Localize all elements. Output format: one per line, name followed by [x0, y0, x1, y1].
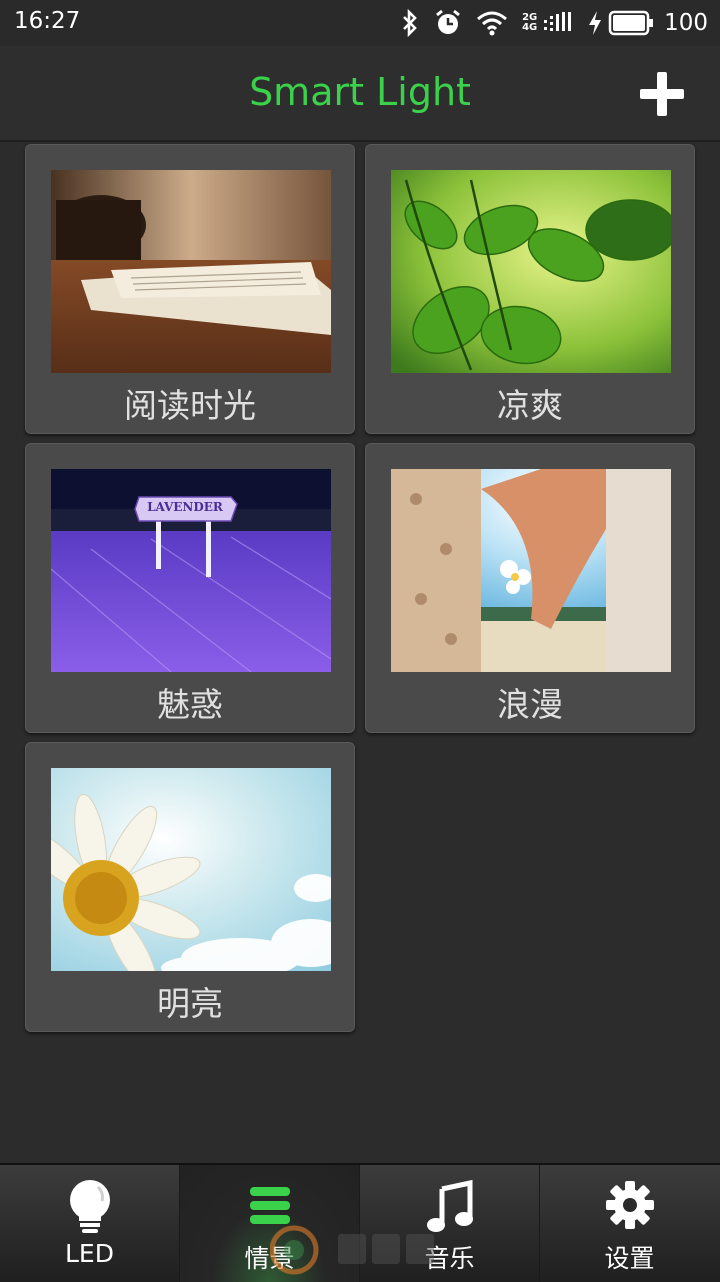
bottom-nav: LED 情景 音乐 设置	[0, 1163, 720, 1282]
scene-label: 阅读时光	[124, 386, 256, 425]
scene-label: 魅惑	[157, 685, 223, 724]
scene-card-bright[interactable]: 明亮	[25, 742, 355, 1032]
charging-icon	[588, 11, 602, 35]
app-header: Smart Light	[0, 46, 720, 142]
nav-music[interactable]: 音乐	[360, 1165, 540, 1282]
scene-label: 明亮	[157, 984, 223, 1023]
add-scene-button[interactable]	[640, 72, 684, 116]
nav-led[interactable]: LED	[0, 1165, 180, 1282]
scene-card-reading[interactable]: 阅读时光	[25, 144, 355, 434]
nav-scenes[interactable]: 情景	[180, 1165, 360, 1282]
green-leaves-image	[391, 170, 671, 373]
scene-card-cool[interactable]: 凉爽	[365, 144, 695, 434]
alarm-icon	[434, 9, 462, 37]
nav-label: LED	[65, 1239, 114, 1268]
signal-icon	[544, 12, 574, 34]
nav-label: 音乐	[424, 1244, 475, 1273]
battery-percentage: 100	[664, 10, 708, 36]
gear-icon	[540, 1179, 719, 1235]
nav-label: 设置	[604, 1244, 655, 1273]
holding-hands-image	[391, 469, 671, 672]
nav-label: 情景	[244, 1244, 295, 1273]
status-time: 16:27	[14, 8, 81, 34]
music-note-icon	[360, 1179, 539, 1235]
battery-icon	[608, 10, 654, 36]
scene-label: 浪漫	[497, 685, 563, 724]
wifi-icon	[476, 10, 508, 36]
app-title: Smart Light	[249, 70, 471, 114]
status-bar: 16:27 2G 4G 100	[0, 0, 720, 46]
scene-card-romantic[interactable]: 浪漫	[365, 443, 695, 733]
scene-card-charm[interactable]: LAVENDER 魅惑	[25, 443, 355, 733]
reading-newspaper-image	[51, 170, 331, 373]
lavender-sign-text: LAVENDER	[147, 500, 224, 514]
daisy-sky-image	[51, 768, 331, 971]
scene-label: 凉爽	[497, 386, 563, 425]
status-icons: 2G 4G 100	[400, 6, 708, 40]
menu-icon	[180, 1179, 359, 1235]
nav-settings[interactable]: 设置	[540, 1165, 719, 1282]
lavender-field-image: LAVENDER	[51, 469, 331, 672]
lightbulb-icon	[0, 1179, 179, 1235]
bluetooth-icon	[400, 9, 420, 37]
network-type: 2G 4G	[522, 12, 538, 33]
